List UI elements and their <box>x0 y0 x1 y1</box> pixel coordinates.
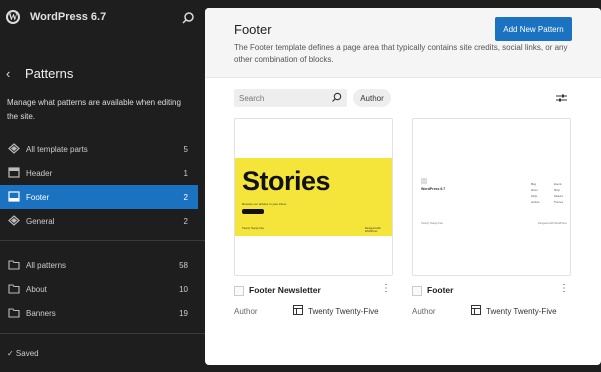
sidebar-item-label: Banners <box>26 309 56 318</box>
sidebar-topbar: W WordPress 6.7 <box>0 0 205 36</box>
sidebar-item-label: Header <box>26 169 53 178</box>
sidebar-item-count: 19 <box>179 309 188 318</box>
author-name: Twenty Twenty-Five <box>486 307 557 316</box>
sidebar-item-label: Footer <box>26 193 50 202</box>
page-description: The Footer template defines a page area … <box>234 43 568 64</box>
more-options-icon[interactable]: ⋮ <box>381 284 391 294</box>
diamond-icon <box>8 215 20 226</box>
sidebar-item-count: 10 <box>179 285 188 294</box>
sidebar-divider <box>0 240 205 241</box>
author-filter-button[interactable]: Author <box>353 89 391 107</box>
layout-icon <box>471 305 481 315</box>
sidebar-item-count: 58 <box>179 261 188 270</box>
preview-footer-left: Twenty Twenty-Five <box>242 227 265 230</box>
site-title[interactable]: WordPress 6.7 <box>30 11 106 23</box>
site-logo-placeholder <box>421 178 427 184</box>
sidebar-item-general[interactable]: General 2 <box>0 209 198 233</box>
preview-headline: Stories <box>242 166 331 196</box>
author-label: Author <box>412 307 436 316</box>
search-placeholder: Search <box>239 94 265 103</box>
sidebar-item-count: 2 <box>183 193 188 202</box>
preview-site-title: WordPress 6.7 <box>421 187 446 191</box>
search-input[interactable]: Search <box>234 89 347 107</box>
sidebar-item-all-patterns[interactable]: All patterns 58 <box>0 253 198 277</box>
search-icon[interactable] <box>181 11 195 25</box>
more-options-icon[interactable]: ⋮ <box>559 284 569 294</box>
sidebar-item-footer[interactable]: Footer 2 <box>0 185 198 209</box>
search-icon <box>332 92 342 102</box>
footer-icon <box>8 191 20 202</box>
sidebar-item-all-template-parts[interactable]: All template parts 5 <box>0 137 198 161</box>
sidebar-item-banners[interactable]: Banners 19 <box>0 301 198 325</box>
select-checkbox[interactable] <box>412 286 422 296</box>
pattern-card-preview[interactable]: WordPress 6.7 Blog About FAQs Authors Ev… <box>412 118 571 276</box>
sidebar-item-count: 2 <box>183 217 188 226</box>
sidebar-item-about[interactable]: About 10 <box>0 277 198 301</box>
sidebar-item-count: 5 <box>183 145 188 154</box>
sidebar-item-header[interactable]: Header 1 <box>0 161 198 185</box>
header-icon <box>8 167 20 178</box>
author-label: Author <box>234 307 258 316</box>
folder-icon <box>8 284 20 294</box>
sliders-icon[interactable] <box>556 93 567 103</box>
sidebar-item-label: General <box>26 217 55 226</box>
main-panel: Footer The Footer template defines a pag… <box>205 8 601 365</box>
preview-footer-left: Twenty Twenty-Five <box>421 222 444 225</box>
folder-icon <box>8 260 20 270</box>
sidebar-divider <box>0 333 205 334</box>
sidebar-item-count: 1 <box>183 169 188 178</box>
sidebar-description: Manage what patterns are available when … <box>7 98 181 121</box>
pattern-card-preview[interactable]: Stories Receive our articles in your inb… <box>234 118 393 276</box>
save-status: ✓ Saved <box>7 349 39 358</box>
sidebar: W WordPress 6.7 ‹ Patterns Manage what p… <box>0 0 205 372</box>
folder-icon <box>8 308 20 318</box>
sidebar-item-label: About <box>26 285 47 294</box>
preview-button <box>242 209 264 214</box>
select-checkbox[interactable] <box>234 286 244 296</box>
sidebar-item-label: All patterns <box>26 261 67 270</box>
page-title: Footer <box>234 22 272 37</box>
wordpress-logo-icon[interactable]: W <box>6 10 20 24</box>
preview-footer-right: Designed with WordPress <box>538 222 567 225</box>
sidebar-section-title: Patterns <box>25 66 74 81</box>
add-new-pattern-button[interactable]: Add New Pattern <box>495 17 572 41</box>
pattern-title[interactable]: Footer <box>427 285 453 299</box>
preview-footer-right: Designed with WordPress <box>365 227 381 233</box>
sidebar-item-label: All template parts <box>26 145 88 154</box>
preview-links-column: Events Shop Patterns Themes <box>554 182 563 206</box>
page-header: Footer The Footer template defines a pag… <box>205 8 601 78</box>
author-name: Twenty Twenty-Five <box>308 307 379 316</box>
diamond-icon <box>8 143 20 154</box>
preview-subtitle: Receive our articles in your inbox. <box>242 202 288 206</box>
preview-link: Authors <box>531 201 540 204</box>
chevron-left-icon[interactable]: ‹ <box>6 66 10 81</box>
pattern-title[interactable]: Footer Newsletter <box>249 285 321 299</box>
preview-link: Themes <box>554 201 564 204</box>
preview-links-column: Blog About FAQs Authors <box>531 182 540 206</box>
layout-icon <box>293 305 303 315</box>
